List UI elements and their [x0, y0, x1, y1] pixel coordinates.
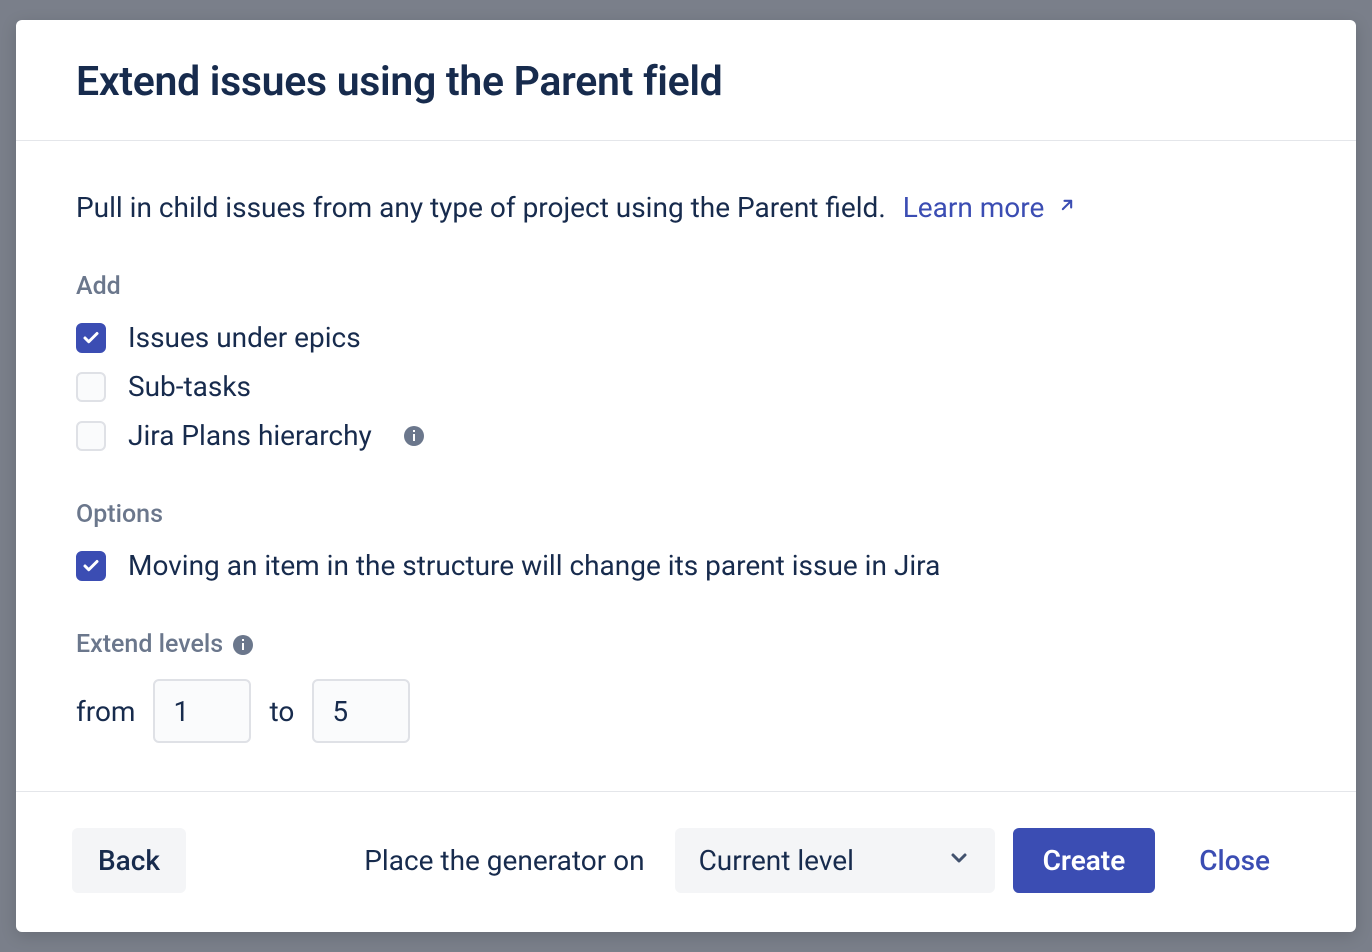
- place-generator-label: Place the generator on: [364, 844, 644, 877]
- checkbox-row-issues-under-epics: Issues under epics: [76, 321, 1296, 354]
- checkbox-jira-plans[interactable]: [76, 421, 106, 451]
- checkbox-row-sub-tasks: Sub-tasks: [76, 370, 1296, 403]
- extend-levels-label-row: Extend levels: [76, 630, 1296, 659]
- description-text: Pull in child issues from any type of pr…: [76, 191, 886, 224]
- back-button[interactable]: Back: [72, 828, 186, 893]
- dialog-extend-issues: Extend issues using the Parent field Pul…: [16, 20, 1356, 932]
- info-icon[interactable]: [231, 633, 255, 657]
- learn-more-link[interactable]: Learn more: [903, 191, 1078, 224]
- dialog-body: Pull in child issues from any type of pr…: [16, 141, 1356, 791]
- chevron-down-icon: [947, 844, 971, 877]
- extend-levels-section: Extend levels from to: [76, 630, 1296, 743]
- checkbox-sub-tasks[interactable]: [76, 372, 106, 402]
- add-section-label: Add: [76, 272, 1296, 301]
- checkbox-moving-item[interactable]: [76, 551, 106, 581]
- options-section: Options Moving an item in the structure …: [76, 500, 1296, 582]
- checkbox-label-jira-plans: Jira Plans hierarchy: [128, 419, 372, 452]
- create-button[interactable]: Create: [1013, 828, 1156, 893]
- from-label: from: [76, 695, 135, 728]
- from-input[interactable]: [153, 679, 251, 743]
- dialog-footer: Back Place the generator on Current leve…: [16, 791, 1356, 932]
- select-value: Current level: [699, 844, 854, 877]
- checkbox-row-moving-item: Moving an item in the structure will cha…: [76, 549, 1296, 582]
- checkbox-label-issues-under-epics: Issues under epics: [128, 321, 361, 354]
- levels-row: from to: [76, 679, 1296, 743]
- to-label: to: [269, 695, 294, 728]
- dialog-description: Pull in child issues from any type of pr…: [76, 189, 1296, 224]
- info-icon[interactable]: [402, 424, 426, 448]
- checkbox-row-jira-plans: Jira Plans hierarchy: [76, 419, 1296, 452]
- learn-more-label: Learn more: [903, 191, 1045, 224]
- dialog-title: Extend issues using the Parent field: [76, 58, 1296, 106]
- external-link-icon: [1057, 189, 1077, 222]
- close-button[interactable]: Close: [1173, 828, 1296, 893]
- options-section-label: Options: [76, 500, 1296, 529]
- add-section: Add Issues under epics Sub-tasks Jira Pl…: [76, 272, 1296, 452]
- checkbox-label-moving-item: Moving an item in the structure will cha…: [128, 549, 940, 582]
- place-generator-select[interactable]: Current level: [675, 828, 995, 893]
- to-input[interactable]: [312, 679, 410, 743]
- extend-levels-label: Extend levels: [76, 630, 223, 659]
- dialog-header: Extend issues using the Parent field: [16, 20, 1356, 141]
- checkbox-issues-under-epics[interactable]: [76, 323, 106, 353]
- checkbox-label-sub-tasks: Sub-tasks: [128, 370, 251, 403]
